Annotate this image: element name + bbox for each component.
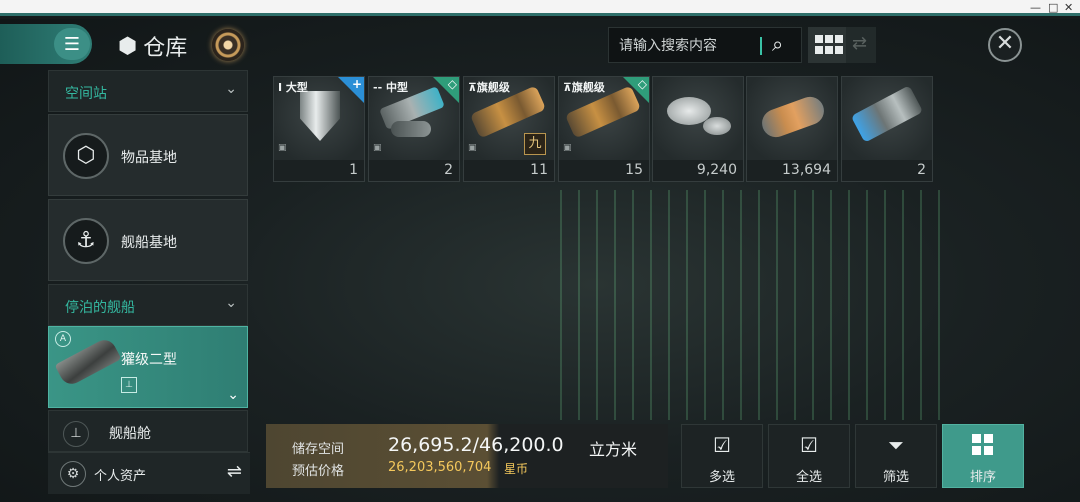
window-close-icon[interactable]: ✕	[1064, 1, 1073, 14]
close-icon[interactable]: ✕	[988, 28, 1022, 62]
lock-icon: ▣	[278, 143, 287, 153]
ship-type-icon: ⊥	[121, 377, 137, 393]
item-count: 2	[369, 160, 459, 181]
item-count: 9,240	[653, 160, 743, 181]
lock-icon: ▣	[563, 143, 572, 153]
background-structure	[560, 190, 940, 420]
item-count: 2	[842, 160, 932, 181]
ship-class-badge: A	[55, 331, 71, 347]
inventory-item[interactable]: 13,694	[746, 76, 838, 182]
ship-name: 獾级二型	[121, 352, 177, 368]
plus-icon: +	[351, 77, 362, 91]
turret-base	[391, 121, 431, 137]
capsule-icon	[758, 92, 828, 142]
lock-icon: ▣	[373, 143, 382, 153]
lock-icon: ▣	[468, 143, 477, 153]
personal-assets-bar[interactable]: ⚙ 个人资产 ⇌	[48, 452, 250, 494]
sidebar-item-ship-bay[interactable]: ⊥ 舰船舱	[48, 410, 248, 452]
filter-button[interactable]: ⏷ 筛选	[855, 424, 937, 488]
cube-icon: ⬡	[63, 133, 109, 179]
category-label: 停泊的舰船	[65, 300, 135, 316]
item-size-tag: I 大型	[278, 81, 308, 94]
cube-icon: ⬢	[118, 33, 138, 59]
button-label: 全选	[795, 470, 822, 485]
coin-small	[703, 117, 731, 135]
button-label: 筛选	[882, 470, 909, 485]
estimated-price-unit: 星币	[504, 462, 529, 476]
swap-arrows-icon[interactable]: ⇌	[227, 461, 242, 482]
search-input[interactable]	[619, 36, 764, 56]
category-label: 空间站	[65, 86, 107, 102]
item-size-tag: ⊼旗舰级	[563, 81, 605, 94]
estimated-price-label: 预估价格	[292, 464, 345, 479]
item-count: 15	[559, 160, 649, 181]
inventory-item[interactable]: I 大型 + ▣ 1	[273, 76, 365, 182]
category-space-station[interactable]: 空间站 ⌄	[48, 70, 248, 112]
window-title-bar: — □ ✕	[0, 0, 1080, 16]
module-icon	[850, 85, 924, 143]
page-title-group: ⬢ 仓库	[118, 30, 187, 62]
bay-icon: ⊥	[63, 421, 89, 447]
item-size-tag: ⊼旗舰级	[468, 81, 510, 94]
storage-summary: 储存空间 26,695.2/46,200.0 立方米 预估价格 26,203,5…	[266, 424, 668, 488]
swap-arrows-icon[interactable]: ⇄	[852, 33, 867, 54]
sidebar-item-item-base[interactable]: ⬡ 物品基地	[48, 114, 248, 196]
minimize-icon[interactable]: —	[1030, 1, 1041, 14]
search-cursor	[760, 37, 762, 55]
chevron-down-icon[interactable]: ⌄	[227, 387, 239, 403]
multi-select-button[interactable]: ☑ 多选	[681, 424, 763, 488]
gear-icon: ⚙	[60, 461, 86, 487]
item-count: 13,694	[747, 160, 837, 181]
item-size-tag: -- 中型	[373, 81, 408, 94]
fleet-icon: ⚓	[63, 218, 109, 264]
checkbox-icon: ☑	[713, 433, 731, 457]
menu-button[interactable]: ☰	[54, 28, 90, 60]
inventory-item[interactable]: -- 中型 ◇ ▣ 2	[368, 76, 460, 182]
hamburger-icon: ☰	[63, 33, 81, 55]
sort-grid-icon	[972, 434, 993, 455]
sidebar-item-label: 舰船舱	[109, 426, 151, 442]
estimated-price-value: 26,203,560,704	[388, 460, 492, 475]
button-label: 排序	[969, 470, 996, 485]
filter-icon: ⏷	[888, 433, 904, 457]
item-image	[842, 77, 932, 161]
chevron-down-icon: ⌄	[225, 295, 237, 311]
level-badge: 九	[524, 133, 546, 155]
storage-space-label: 储存空间	[292, 442, 345, 457]
search-box: ⌕	[608, 27, 802, 63]
item-count: 1	[274, 160, 364, 181]
storage-space-value: 26,695.2/46,200.0	[388, 434, 564, 456]
category-docked-ships[interactable]: 停泊的舰船 ⌄	[48, 284, 248, 326]
inventory-item[interactable]: 9,240	[652, 76, 744, 182]
sidebar-item-ship-base[interactable]: ⚓ 舰船基地	[48, 199, 248, 281]
diamond-icon: ◇	[447, 77, 457, 91]
item-image	[653, 77, 743, 161]
page-title: 仓库	[143, 36, 188, 61]
sidebar-item-label: 舰船基地	[121, 235, 177, 251]
search-icon[interactable]: ⌕	[772, 32, 783, 56]
diamond-icon: ◇	[637, 77, 647, 91]
item-count: 11	[464, 160, 554, 181]
button-label: 多选	[708, 470, 735, 485]
checkbox-multiple-icon: ☑	[800, 433, 818, 457]
select-all-button[interactable]: ☑ 全选	[768, 424, 850, 488]
inventory-item[interactable]: ⊼旗舰级 ◇ ▣ 15	[558, 76, 650, 182]
inventory-item[interactable]: 2	[841, 76, 933, 182]
storage-space-unit: 立方米	[589, 440, 638, 459]
maximize-icon[interactable]: □	[1048, 1, 1058, 14]
personal-assets-label: 个人资产	[94, 469, 147, 484]
sidebar-item-label: 物品基地	[121, 150, 177, 166]
shield-icon	[300, 91, 340, 141]
radar-icon[interactable]	[212, 29, 244, 61]
inventory-item[interactable]: ⊼旗舰级 九 ▣ 11	[463, 76, 555, 182]
sidebar-item-ship[interactable]: A 獾级二型 ⊥ ⌄	[48, 326, 248, 408]
view-toggle: ⇄	[808, 27, 876, 63]
grid-view-icon[interactable]	[808, 27, 846, 63]
sort-button[interactable]: 排序	[942, 424, 1024, 488]
chevron-down-icon: ⌄	[225, 81, 237, 97]
item-image	[747, 77, 837, 161]
